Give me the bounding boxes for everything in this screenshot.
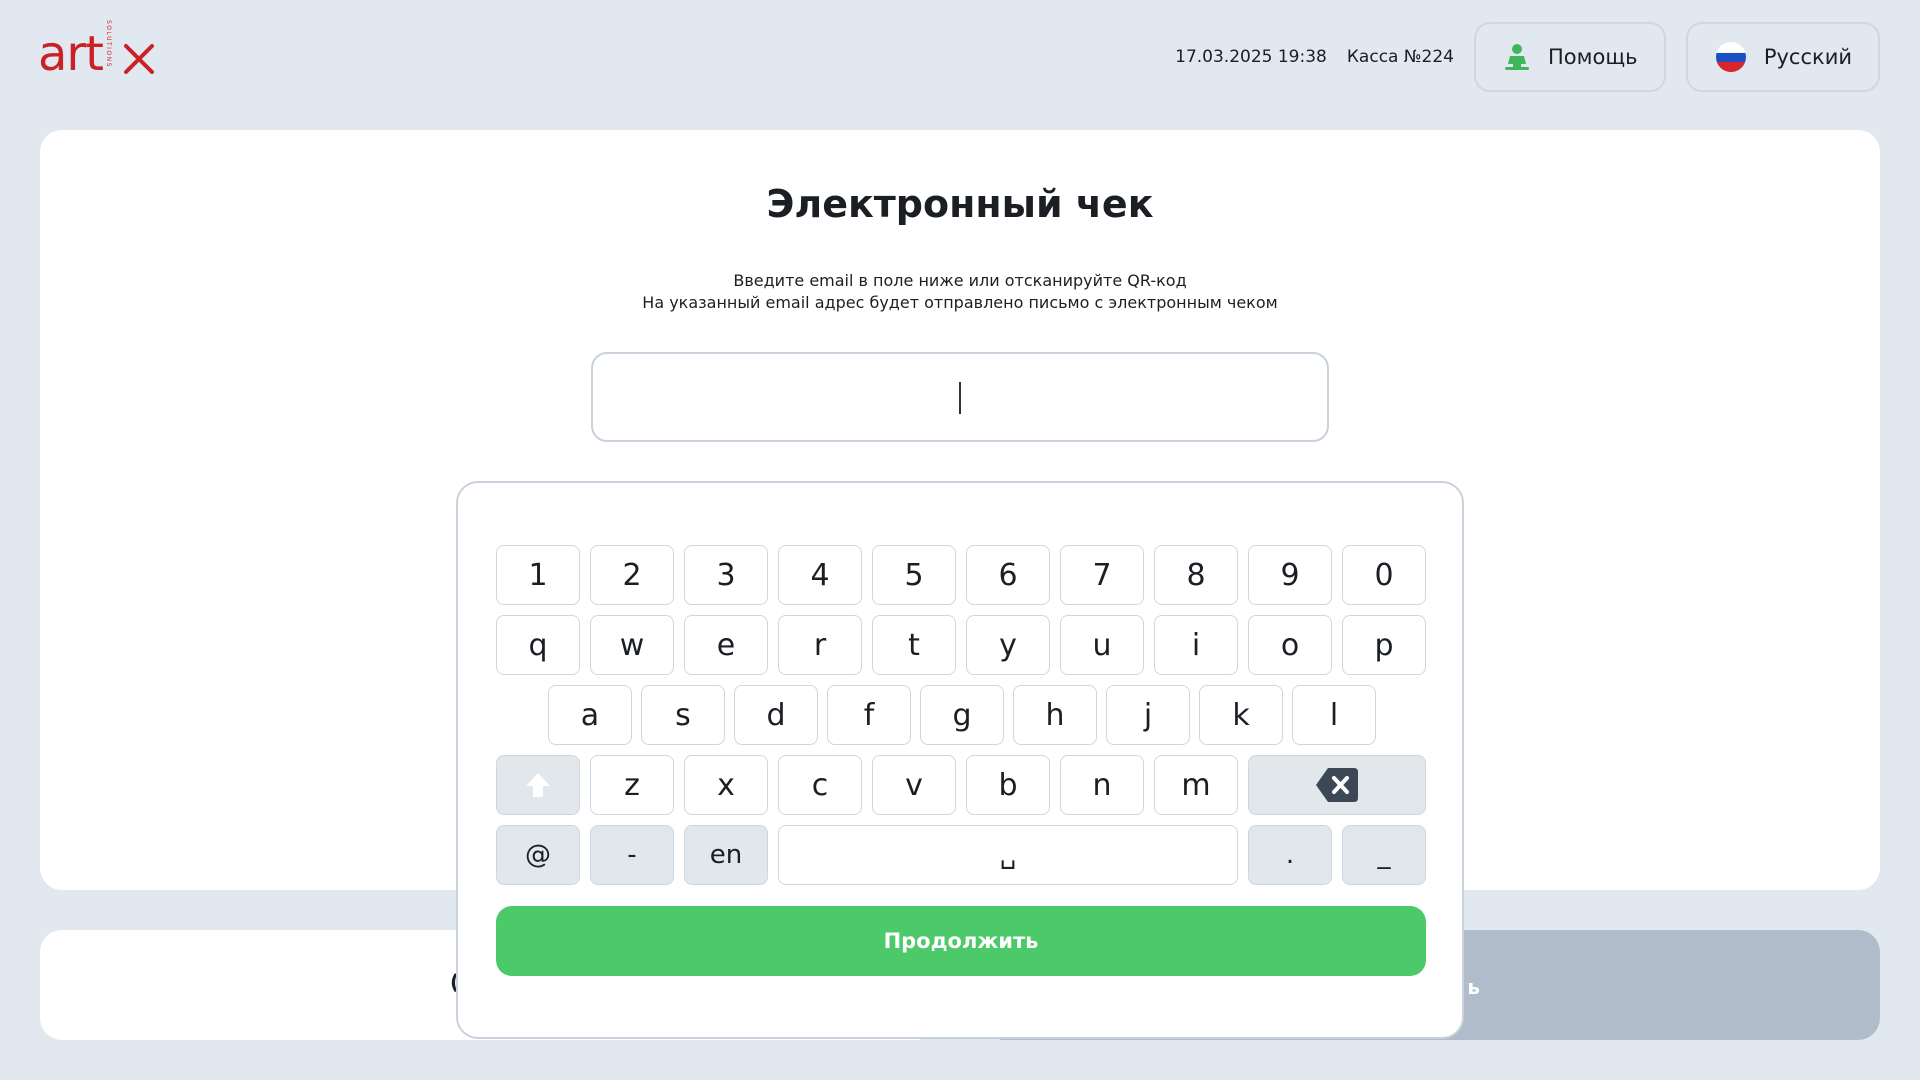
key-a[interactable]: a xyxy=(548,685,632,745)
space-key[interactable]: ␣ xyxy=(778,825,1238,885)
key-r[interactable]: r xyxy=(778,615,862,675)
key-x[interactable]: x xyxy=(684,755,768,815)
backspace-key[interactable] xyxy=(1248,755,1426,815)
key-n[interactable]: n xyxy=(1060,755,1144,815)
key-b[interactable]: b xyxy=(966,755,1050,815)
key-w[interactable]: w xyxy=(590,615,674,675)
help-button[interactable]: Помощь xyxy=(1474,22,1666,92)
instruction-line-1: Введите email в поле ниже или отсканируй… xyxy=(733,271,1187,290)
key-4[interactable]: 4 xyxy=(778,545,862,605)
language-label: Русский xyxy=(1763,45,1852,69)
key-y[interactable]: y xyxy=(966,615,1050,675)
key-dash[interactable]: - xyxy=(590,825,674,885)
key-9[interactable]: 9 xyxy=(1248,545,1332,605)
language-button[interactable]: Русский xyxy=(1686,22,1880,92)
key-at[interactable]: @ xyxy=(496,825,580,885)
person-help-icon xyxy=(1505,44,1529,70)
shift-key[interactable] xyxy=(496,755,580,815)
continue-button[interactable]: Продолжить xyxy=(496,906,1426,976)
key-t[interactable]: t xyxy=(872,615,956,675)
key-8[interactable]: 8 xyxy=(1154,545,1238,605)
key-s[interactable]: s xyxy=(641,685,725,745)
key-3[interactable]: 3 xyxy=(684,545,768,605)
key-p[interactable]: p xyxy=(1342,615,1426,675)
backspace-icon xyxy=(1316,768,1358,802)
logo-x-mark xyxy=(124,44,154,74)
artix-logo: art SOLUTIONS xyxy=(38,18,154,96)
header-info: 17.03.2025 19:38 Касса №224 xyxy=(1175,47,1454,67)
page-title: Электронный чек xyxy=(766,182,1154,226)
key-underscore[interactable]: _ xyxy=(1342,825,1426,885)
russian-flag-icon xyxy=(1716,42,1746,72)
key-5[interactable]: 5 xyxy=(872,545,956,605)
key-7[interactable]: 7 xyxy=(1060,545,1144,605)
key-1[interactable]: 1 xyxy=(496,545,580,605)
header-right: 17.03.2025 19:38 Касса №224 Помощь Русск… xyxy=(1175,22,1880,92)
key-m[interactable]: m xyxy=(1154,755,1238,815)
key-k[interactable]: k xyxy=(1199,685,1283,745)
key-c[interactable]: c xyxy=(778,755,862,815)
confirm-button-label: ь xyxy=(1467,975,1480,999)
register-number: Касса №224 xyxy=(1346,47,1454,67)
key-h[interactable]: h xyxy=(1013,685,1097,745)
key-f[interactable]: f xyxy=(827,685,911,745)
key-l[interactable]: l xyxy=(1292,685,1376,745)
language-switch-key[interactable]: en xyxy=(684,825,768,885)
key-u[interactable]: u xyxy=(1060,615,1144,675)
key-q[interactable]: q xyxy=(496,615,580,675)
logo-text: art xyxy=(38,26,104,82)
key-o[interactable]: o xyxy=(1248,615,1332,675)
help-label: Помощь xyxy=(1548,45,1638,69)
logo-vertical-text: SOLUTIONS xyxy=(105,20,112,68)
key-v[interactable]: v xyxy=(872,755,956,815)
key-g[interactable]: g xyxy=(920,685,1004,745)
key-0[interactable]: 0 xyxy=(1342,545,1426,605)
shift-arrow-icon xyxy=(526,773,550,797)
key-d[interactable]: d xyxy=(734,685,818,745)
key-dot[interactable]: . xyxy=(1248,825,1332,885)
key-e[interactable]: e xyxy=(684,615,768,675)
instructions: Введите email в поле ниже или отсканируй… xyxy=(40,270,1880,314)
key-i[interactable]: i xyxy=(1154,615,1238,675)
datetime: 17.03.2025 19:38 xyxy=(1175,47,1327,67)
text-caret xyxy=(959,382,961,414)
key-6[interactable]: 6 xyxy=(966,545,1050,605)
key-z[interactable]: z xyxy=(590,755,674,815)
instruction-line-2: На указанный email адрес будет отправлен… xyxy=(642,293,1278,312)
on-screen-keyboard: 1 2 3 4 5 6 7 8 9 0 q w e r t y u i o p … xyxy=(456,481,1464,1039)
key-j[interactable]: j xyxy=(1106,685,1190,745)
key-2[interactable]: 2 xyxy=(590,545,674,605)
